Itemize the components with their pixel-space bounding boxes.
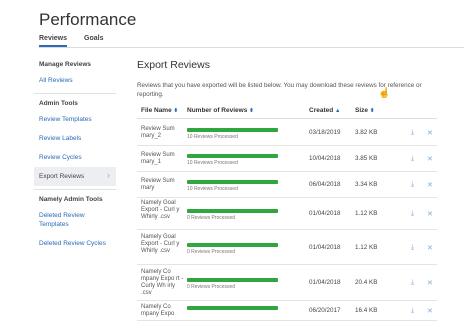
file-name-cell: Namely Goal Export - Curl y Whirly .csv [141,200,180,220]
reviews-processed-label: 0 Reviews Processed [187,284,236,290]
mouse-cursor-icon: ☝ [378,88,391,99]
reviews-processed-label: 0 Reviews Processed [187,248,236,255]
file-size-cell: 3.34 KB [355,181,378,188]
download-icon[interactable]: ⤓ [411,129,414,137]
column-header-file-name[interactable]: File Name ⬍ [141,107,178,114]
file-size-cell: 16.4 KB [355,307,378,314]
table-row: Review Sum mary_2 10 Reviews Processed 03/… [137,120,437,146]
progress-bar [187,242,278,247]
tab-bar: Reviews Goals [39,35,103,47]
chevron-right-icon: › [107,170,110,180]
sidebar-item-review-labels[interactable]: Review Labels [34,129,116,148]
column-header-created[interactable]: Created ▲ [309,107,340,114]
delete-icon[interactable]: ✕ [427,181,433,189]
file-name-cell: Review Sum mary_2 [141,126,175,139]
file-size-cell: 1.12 KB [355,243,378,251]
sidebar-item-review-cycles[interactable]: Review Cycles [34,148,116,167]
table-row: Namely Goal Export - Curl y Whirly .csv 0… [137,198,437,230]
created-date-cell: 01/04/2018 [309,210,341,217]
download-icon[interactable]: ⤓ [411,279,414,287]
delete-icon[interactable]: ✕ [427,279,433,287]
table-row: Namely Co mpany Expo 06/20/2017 16.4 KB ⤓ ✕ [137,301,437,321]
file-size-cell: 20.4 KB [355,279,378,286]
delete-icon[interactable]: ✕ [427,129,433,137]
download-icon[interactable]: ⤓ [411,210,414,218]
sidebar-item-review-templates[interactable]: Review Templates [34,110,116,129]
download-icon[interactable]: ⤓ [411,244,414,252]
progress-bar [187,278,278,282]
page-title: Performance [39,10,137,29]
tab-reviews[interactable]: Reviews [39,35,68,47]
column-header-number-of-reviews[interactable]: Number of Reviews ⬍ [187,107,254,114]
file-size-cell: 1.12 KB [355,210,378,217]
sidebar-divider [34,189,116,190]
sidebar-divider [34,93,116,94]
sidebar-item-export-reviews[interactable]: Export Reviews › [34,167,116,186]
section-title: Export Reviews [137,59,210,71]
sidebar-item-deleted-review-cycles[interactable]: Deleted Review Cycles [34,234,116,253]
sidebar: Manage Reviews All Reviews Admin Tools R… [34,58,116,253]
created-date-cell: 06/20/2017 [309,307,341,314]
file-name-cell: Review Sum mary_1 [141,152,175,165]
column-header-size[interactable]: Size ⬍ [355,107,374,114]
table-body: Review Sum mary_2 10 Reviews Processed 03/… [137,120,437,321]
file-size-cell: 3.85 KB [355,155,378,162]
table-row: Namely Co mpany Expo rt - Curly Wh irly … [137,265,437,301]
sidebar-heading-admin-tools: Admin Tools [39,100,78,107]
reviews-processed-label: 10 Reviews Processed [187,160,238,166]
created-date-cell: 10/04/2018 [309,155,341,162]
progress-bar [187,128,278,132]
sidebar-item-deleted-review-templates[interactable]: Deleted Review Templates [34,206,116,234]
created-date-cell: 01/04/2018 [309,279,341,286]
reviews-processed-label: 10 Reviews Processed [187,134,238,140]
sort-icon: ⬍ [369,108,375,114]
download-icon[interactable]: ⤓ [411,307,414,315]
sort-ascending-icon: ▲ [335,108,341,114]
download-icon[interactable]: ⤓ [411,155,414,163]
sidebar-heading-manage-reviews: Manage Reviews [39,61,92,68]
reviews-processed-label: 10 Reviews Processed [187,186,238,192]
file-name-cell: Namely Co mpany Expo rt - Curly Wh irly … [141,269,184,296]
delete-icon[interactable]: ✕ [427,210,433,218]
section-description: Reviews that you have exported will be l… [137,82,422,98]
sort-icon: ⬍ [173,108,179,114]
sidebar-item-label: Export Reviews [39,173,85,180]
main-content: Export Reviews Reviews that you have exp… [137,59,446,321]
tabs-divider [39,47,464,48]
file-size-cell: 3.82 KB [355,129,378,136]
created-date-cell: 06/04/2018 [309,181,341,188]
progress-bar [187,209,278,213]
delete-icon[interactable]: ✕ [427,307,433,315]
file-name-cell: Namely Goal Export - Curl y Whirly .csv [141,233,180,254]
download-icon[interactable]: ⤓ [411,181,414,189]
delete-icon[interactable]: ✕ [427,155,433,163]
table-row: Review Sum mary_1 10 Reviews Processed 10/… [137,146,437,172]
tab-goals[interactable]: Goals [84,35,103,47]
table-row: Namely Goal Export - Curl y Whirly .csv 0… [137,230,437,265]
progress-bar [187,154,278,158]
created-date-cell: 03/18/2019 [309,129,341,136]
progress-bar [187,306,278,310]
created-date-cell: 01/04/2018 [309,243,341,251]
table-header: File Name ⬍ Number of Reviews ⬍ Created … [137,106,437,119]
reviews-processed-label: 0 Reviews Processed [187,215,236,221]
sidebar-heading-namely-admin-tools: Namely Admin Tools [39,196,103,203]
file-name-cell: Review Sum mary [141,178,175,191]
table-row: Review Sum mary 10 Reviews Processed 06/04… [137,172,437,198]
sidebar-item-all-reviews[interactable]: All Reviews [34,71,116,90]
delete-icon[interactable]: ✕ [427,244,433,252]
file-name-cell: Namely Co mpany Expo [141,304,175,317]
sort-icon: ⬍ [249,108,254,114]
progress-bar [187,180,278,184]
